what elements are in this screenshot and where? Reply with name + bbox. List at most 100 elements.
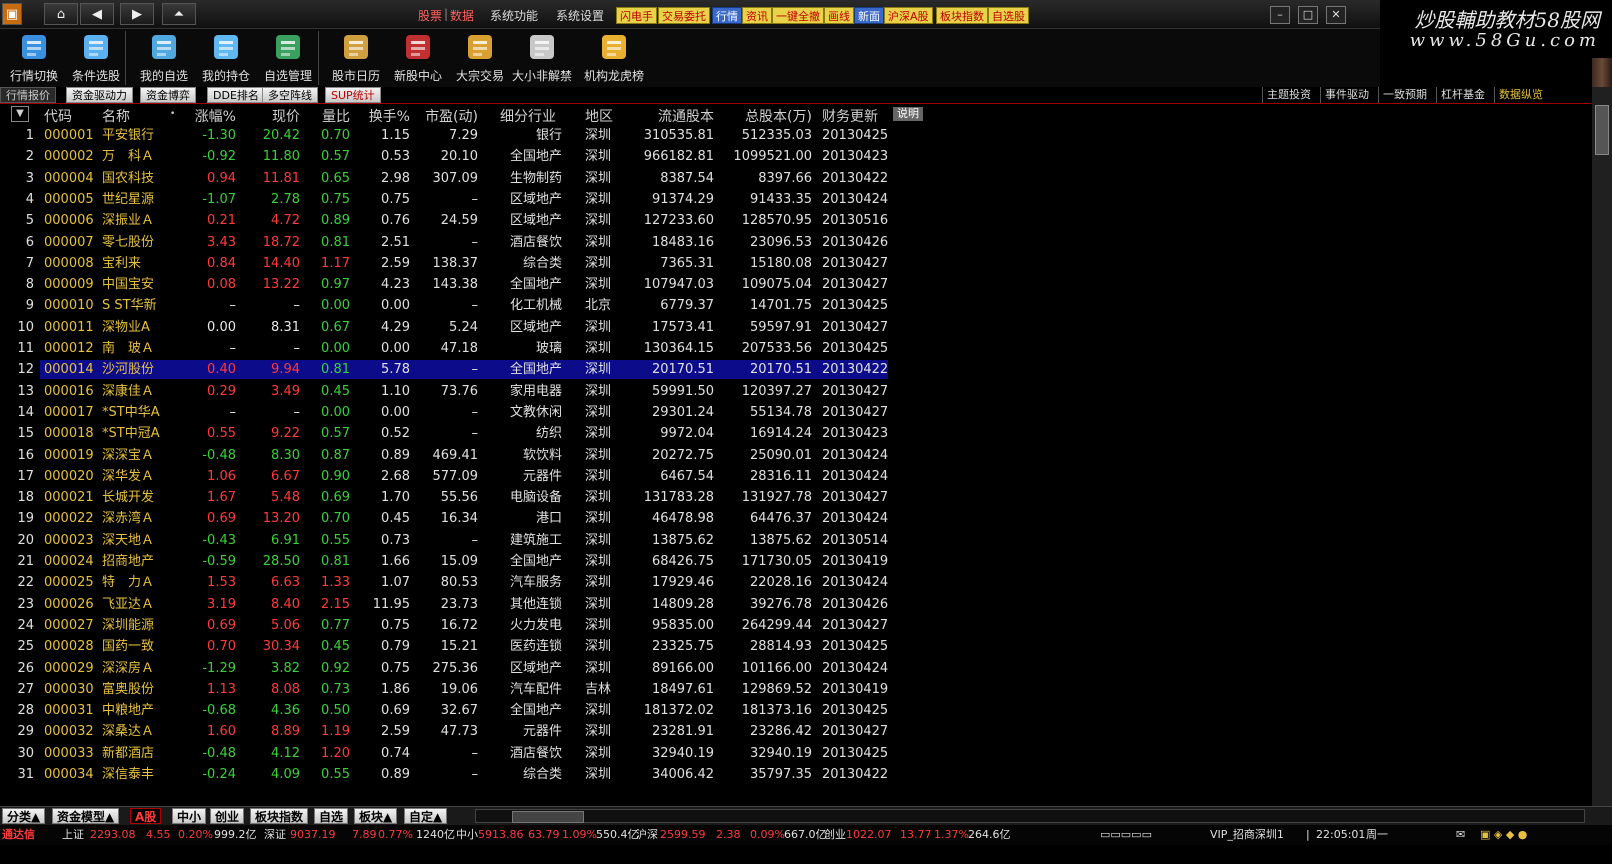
table-row[interactable]: 29 000032 深桑达Ａ 1.60 8.89 1.19 2.59 47.73 元器件 深圳 23… xyxy=(0,721,1592,742)
table-row[interactable]: 24 000027 深圳能源 0.69 5.06 0.77 0.75 16.72 火力发电 深圳 9… xyxy=(0,615,1592,636)
forward-icon[interactable]: ▶ xyxy=(120,3,154,25)
toolbar-search-stock-button[interactable]: 条件选股 xyxy=(64,29,128,87)
table-row[interactable]: 17 000020 深华发Ａ 1.06 6.67 0.90 2.68 577.09 元器件 深圳 6… xyxy=(0,466,1592,487)
table-row[interactable]: 13 000016 深康佳Ａ 0.29 3.49 0.45 1.10 73.76 家用电器 深圳 5… xyxy=(0,381,1592,402)
market-tab-7[interactable]: 板块▲ xyxy=(354,808,398,824)
toolbar-my-watchlist-button[interactable]: 我的自选 xyxy=(132,29,196,87)
table-row[interactable]: 14 000017 *ST中华A – – 0.00 0.00 – 文教休闲 深圳 29301.24 5… xyxy=(0,402,1592,423)
table-row[interactable]: 7 000008 宝利来 0.84 14.40 1.17 2.59 138.37 综合类 深圳 73… xyxy=(0,253,1592,274)
toolbar-lock-button[interactable]: 大小非解禁 xyxy=(510,29,574,87)
table-row[interactable]: 21 000024 招商地产 -0.59 28.50 0.81 1.66 15.09 全国地产 深… xyxy=(0,551,1592,572)
table-row[interactable]: 2 000002 万 科Ａ -0.92 11.80 0.57 0.53 20.10 全国地产 深圳… xyxy=(0,146,1592,167)
table-row[interactable]: 23 000026 飞亚达Ａ 3.19 8.40 2.15 11.95 23.73 其他连锁 深圳… xyxy=(0,594,1592,615)
table-row[interactable]: 5 000006 深振业Ａ 0.21 4.72 0.89 0.76 24.59 区域地产 深圳 12… xyxy=(0,210,1592,231)
horizontal-scrollbar[interactable] xyxy=(475,809,1585,823)
quick-button-6[interactable]: 新面 xyxy=(854,7,884,24)
tab-3[interactable]: DDE排名 xyxy=(207,87,265,103)
tab-5[interactable]: SUP统计 xyxy=(325,87,381,103)
help-button[interactable]: 说明 xyxy=(893,107,923,121)
table-row[interactable]: 1 000001 平安银行 -1.30 20.42 0.70 1.15 7.29 银行 深圳 310… xyxy=(0,125,1592,146)
table-row[interactable]: 19 000022 深赤湾Ａ 0.69 13.20 0.70 0.45 16.34 港口 深圳 46… xyxy=(0,508,1592,529)
status-indicator-icons[interactable]: ▣ ◈ ◆ ● xyxy=(1480,825,1527,845)
market-tab-3[interactable]: 中小 xyxy=(172,808,207,824)
tab-1[interactable]: 资金驱动力 xyxy=(66,87,133,103)
menu-data[interactable]: 数据 xyxy=(450,7,474,24)
table-row[interactable]: 22 000025 特 力Ａ 1.53 6.63 1.33 1.07 80.53 汽车服务 深圳 1… xyxy=(0,572,1592,593)
mail-icon[interactable]: ✉ xyxy=(1456,825,1465,845)
toolbar-calendar-button[interactable]: 股市日历 xyxy=(324,29,388,87)
toolbar-cart-button[interactable]: 我的持仓 xyxy=(194,29,258,87)
right-tab-1[interactable]: 事件驱动 xyxy=(1320,87,1373,103)
menu-stocks[interactable]: 股票 xyxy=(418,7,442,24)
toolbar-switch-button[interactable]: 行情切换 xyxy=(2,29,66,87)
table-row[interactable]: 11 000012 南 玻Ａ – – 0.00 0.00 47.18 玻璃 深圳 130364.15… xyxy=(0,338,1592,359)
header-name[interactable]: 名称 xyxy=(102,106,130,126)
header-area[interactable]: 地区 xyxy=(585,106,613,126)
header-turnover[interactable]: 换手% xyxy=(358,106,410,126)
table-row[interactable]: 25 000028 国药一致 0.70 30.34 0.45 0.79 15.21 医药连锁 深圳… xyxy=(0,636,1592,657)
market-tab-8[interactable]: 自定▲ xyxy=(404,808,448,824)
vertical-scrollbar[interactable] xyxy=(1592,87,1612,807)
market-tab-4[interactable]: 创业 xyxy=(210,808,245,824)
table-row[interactable]: 3 000004 国农科技 0.94 11.81 0.65 2.98 307.09 生物制药 深圳… xyxy=(0,168,1592,189)
quick-button-5[interactable]: 画线 xyxy=(824,7,854,24)
right-tab-2[interactable]: 一致预期 xyxy=(1378,87,1431,103)
table-row[interactable]: 15 000018 *ST中冠A 0.55 9.22 0.57 0.52 – 纺织 深圳 9972.… xyxy=(0,423,1592,444)
home-icon[interactable]: ⌂ xyxy=(44,3,78,25)
market-tab-0[interactable]: 分类▲ xyxy=(2,808,46,824)
menu-system-settings[interactable]: 系统设置 xyxy=(556,7,604,24)
scrollbar-thumb[interactable] xyxy=(1595,105,1609,155)
market-tab-1[interactable]: 资金模型▲ xyxy=(52,808,120,824)
header-financial-update[interactable]: 财务更新 xyxy=(822,106,878,126)
header-volume-ratio[interactable]: 量比 xyxy=(306,106,350,126)
header-float-shares[interactable]: 流通股本 xyxy=(624,106,714,126)
table-row[interactable]: 26 000029 深深房Ａ -1.29 3.82 0.92 0.75 275.36 区域地产 深… xyxy=(0,658,1592,679)
table-row[interactable]: 16 000019 深深宝Ａ -0.48 8.30 0.87 0.89 469.41 软饮料 深圳… xyxy=(0,445,1592,466)
tab-4[interactable]: 多空阵线 xyxy=(262,87,318,103)
table-row[interactable]: 20 000023 深天地Ａ -0.43 6.91 0.55 0.73 – 建筑施工 深圳 1387… xyxy=(0,530,1592,551)
app-logo-icon[interactable]: ▣ xyxy=(2,3,22,25)
quick-button-4[interactable]: 一键全撤 xyxy=(772,7,824,24)
right-tab-0[interactable]: 主题投资 xyxy=(1262,87,1315,103)
quick-button-7[interactable]: 沪深A股 xyxy=(884,7,933,24)
toolbar-watchlist-manage-button[interactable]: 自选管理 xyxy=(256,29,320,87)
right-tab-4[interactable]: 数据纵览 xyxy=(1494,87,1547,103)
table-row[interactable]: 8 000009 中国宝安 0.08 13.22 0.97 4.23 143.38 全国地产 深圳… xyxy=(0,274,1592,295)
toolbar-block-trade-button[interactable]: 大宗交易 xyxy=(448,29,512,87)
table-row[interactable]: 9 000010 S ST华新 – – 0.00 0.00 – 化工机械 北京 6779.37 147… xyxy=(0,295,1592,316)
market-tab-2[interactable]: A股 xyxy=(130,808,162,824)
table-row[interactable]: 6 000007 零七股份 3.43 18.72 0.81 2.51 – 酒店餐饮 深圳 18483… xyxy=(0,232,1592,253)
header-pe[interactable]: 市盈(动) xyxy=(414,106,478,126)
table-row[interactable]: 27 000030 富奥股份 1.13 8.08 0.73 1.86 19.06 汽车配件 吉林 1… xyxy=(0,679,1592,700)
quick-button-3[interactable]: 资讯 xyxy=(742,7,772,24)
table-row[interactable]: 4 000005 世纪星源 -1.07 2.78 0.75 0.75 – 区域地产 深圳 91374… xyxy=(0,189,1592,210)
header-change-pct[interactable]: 涨幅% xyxy=(182,106,236,126)
quick-button-1[interactable]: 交易委托 xyxy=(658,7,710,24)
toolbar-medal-button[interactable]: 机构龙虎榜 xyxy=(582,29,646,87)
horizontal-scrollbar-thumb[interactable] xyxy=(512,811,584,823)
table-row[interactable]: 31 000034 深信泰丰 -0.24 4.09 0.55 0.89 – 综合类 深圳 34006… xyxy=(0,764,1592,785)
tab-0[interactable]: 行情报价 xyxy=(0,87,56,103)
back-icon[interactable]: ◀ xyxy=(80,3,114,25)
table-row[interactable]: 12 000014 沙河股份 0.40 9.94 0.81 5.78 – 全国地产 深圳 20170… xyxy=(0,359,1592,380)
tab-2[interactable]: 资金博弈 xyxy=(140,87,196,103)
table-row[interactable]: 10 000011 深物业A 0.00 8.31 0.67 4.29 5.24 区域地产 深圳 17… xyxy=(0,317,1592,338)
table-row[interactable]: 28 000031 中粮地产 -0.68 4.36 0.50 0.69 32.67 全国地产 深圳… xyxy=(0,700,1592,721)
quick-button-9[interactable]: 自选股 xyxy=(988,7,1029,24)
table-row[interactable]: 30 000033 新都酒店 -0.48 4.12 1.20 0.74 – 酒店餐饮 深圳 3294… xyxy=(0,743,1592,764)
market-tab-5[interactable]: 板块指数 xyxy=(250,808,309,824)
minimize-button[interactable]: – xyxy=(1270,6,1290,24)
table-row[interactable]: 18 000021 长城开发 1.67 5.48 0.69 1.70 55.56 电脑设备 深圳 1… xyxy=(0,487,1592,508)
close-button[interactable]: ✕ xyxy=(1326,6,1346,24)
header-code[interactable]: 代码 xyxy=(44,106,72,126)
header-price[interactable]: 现价 xyxy=(246,106,300,126)
quick-button-8[interactable]: 板块指数 xyxy=(936,7,988,24)
maximize-button[interactable]: □ xyxy=(1298,6,1318,24)
toolbar-new-stock-button[interactable]: 新股中心 xyxy=(386,29,450,87)
collapse-up-icon[interactable]: ⏶ xyxy=(162,3,196,25)
header-total-shares[interactable]: 总股本(万) xyxy=(716,106,812,126)
market-tab-6[interactable]: 自选 xyxy=(314,808,349,824)
right-tab-3[interactable]: 杠杆基金 xyxy=(1436,87,1489,103)
header-industry[interactable]: 细分行业 xyxy=(500,106,556,126)
column-menu-icon[interactable]: ▼ xyxy=(11,106,29,122)
